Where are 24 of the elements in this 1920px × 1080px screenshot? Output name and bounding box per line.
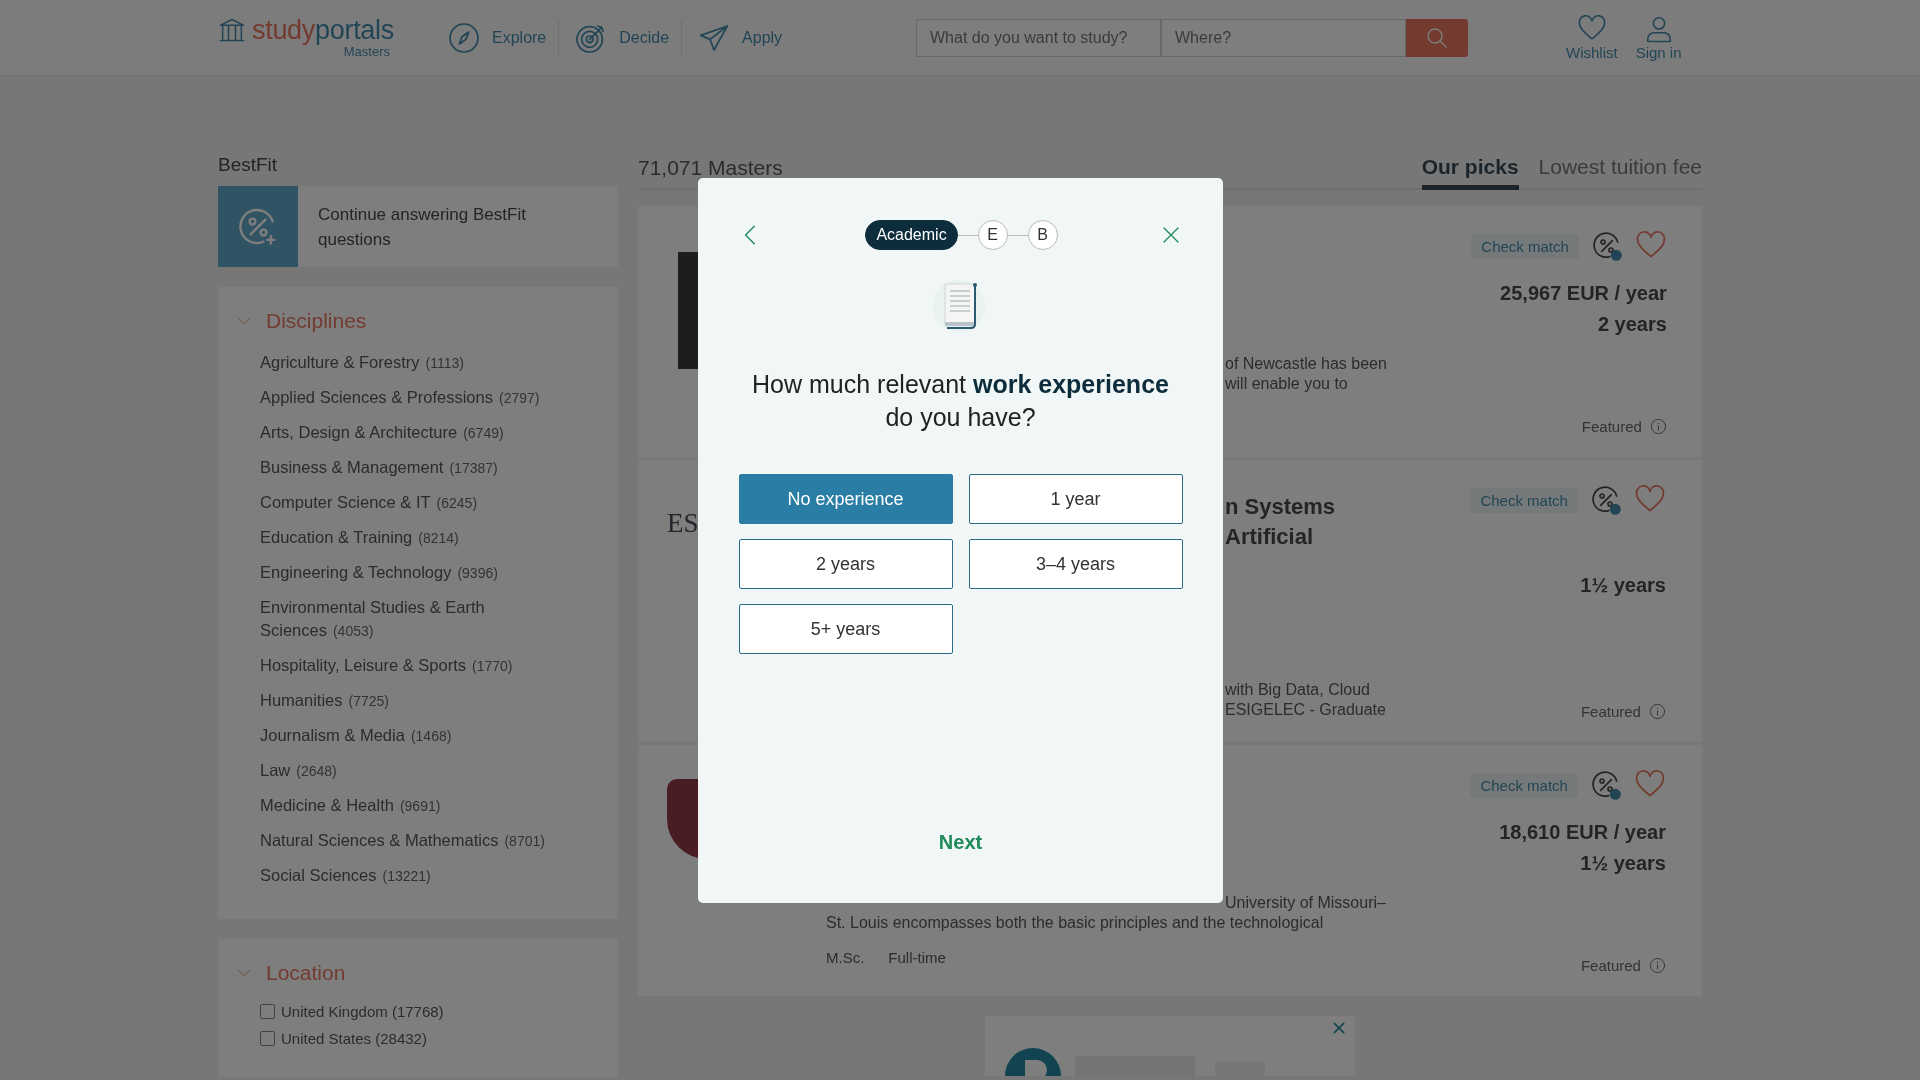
- checkbox-label: United States (28432): [281, 1030, 427, 1047]
- checkbox-label: United Kingdom (17768): [281, 1003, 444, 1020]
- featured-label: Featured: [1580, 957, 1641, 974]
- bestfit-prompt: Continue answering BestFit questions: [317, 203, 527, 251]
- program-tag: M.Sc.: [826, 949, 865, 966]
- featured-label: Featured: [1581, 418, 1642, 435]
- program-duration: 1½ years: [1580, 574, 1666, 597]
- program-duration: 2 years: [1597, 313, 1667, 336]
- program-description: ESIGELEC - Graduate: [1225, 700, 1386, 720]
- featured-label: Featured: [1580, 703, 1641, 720]
- tuition-fee: 18,610 EUR / year: [1499, 821, 1666, 844]
- program-tag: Full-time: [888, 949, 946, 966]
- program-description: of Newcastle has been: [1225, 354, 1387, 374]
- logo-subtitle: Masters: [343, 44, 390, 59]
- program-duration: 1½ years: [1580, 852, 1666, 875]
- university-logo: ES: [667, 508, 699, 539]
- section-title: BestFit: [218, 154, 279, 176]
- program-description: University of Missouri–: [1225, 893, 1386, 913]
- question-text: How much relevant work experience do you have?: [751, 369, 1170, 433]
- program-description: with Big Data, Cloud: [1225, 680, 1370, 700]
- tuition-fee: 25,967 EUR / year: [1500, 282, 1667, 305]
- results-count: 71,071 Masters: [638, 156, 783, 181]
- program-description: will enable you to: [1225, 374, 1348, 394]
- program-description: St. Louis encompasses both the basic principles and the technological: [826, 913, 1324, 933]
